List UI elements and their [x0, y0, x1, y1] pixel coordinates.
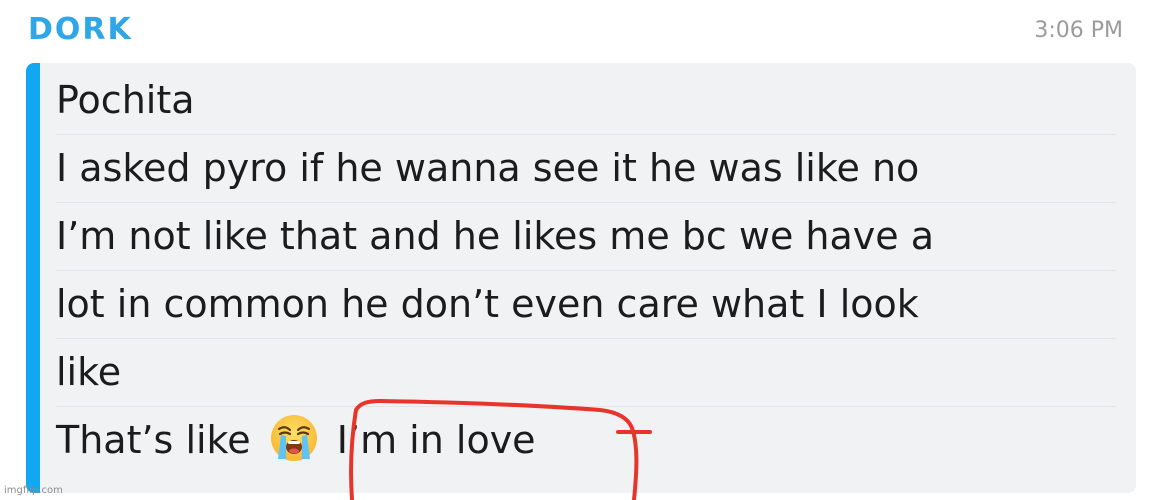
message-line: like [56, 339, 1116, 407]
message-line: lot in common he don’t even care what I … [56, 271, 1116, 339]
message-accent-bar [26, 63, 40, 493]
message-timestamp: 3:06 PM [1034, 18, 1123, 43]
message-line: I’m not like that and he likes me bc we … [56, 203, 1116, 271]
loudly-crying-face-icon [269, 413, 319, 463]
watermark: imgflip.com [4, 485, 63, 496]
message-line: I asked pyro if he wanna see it he was l… [56, 135, 1116, 203]
sender-name[interactable]: DORK [28, 12, 133, 47]
message-line: Pochita [56, 67, 1116, 135]
message-line-last: That’s like I’m in love [56, 407, 1116, 474]
message-line-suffix: I’m in love [336, 418, 536, 462]
circled-phrase: I’m in love [337, 407, 536, 474]
message-text: Pochita I asked pyro if he wanna see it … [56, 67, 1116, 474]
message-line-prefix: That’s like [56, 418, 251, 462]
chat-header: DORK 3:06 PM [0, 0, 1163, 62]
message-bubble[interactable]: Pochita I asked pyro if he wanna see it … [26, 63, 1136, 493]
